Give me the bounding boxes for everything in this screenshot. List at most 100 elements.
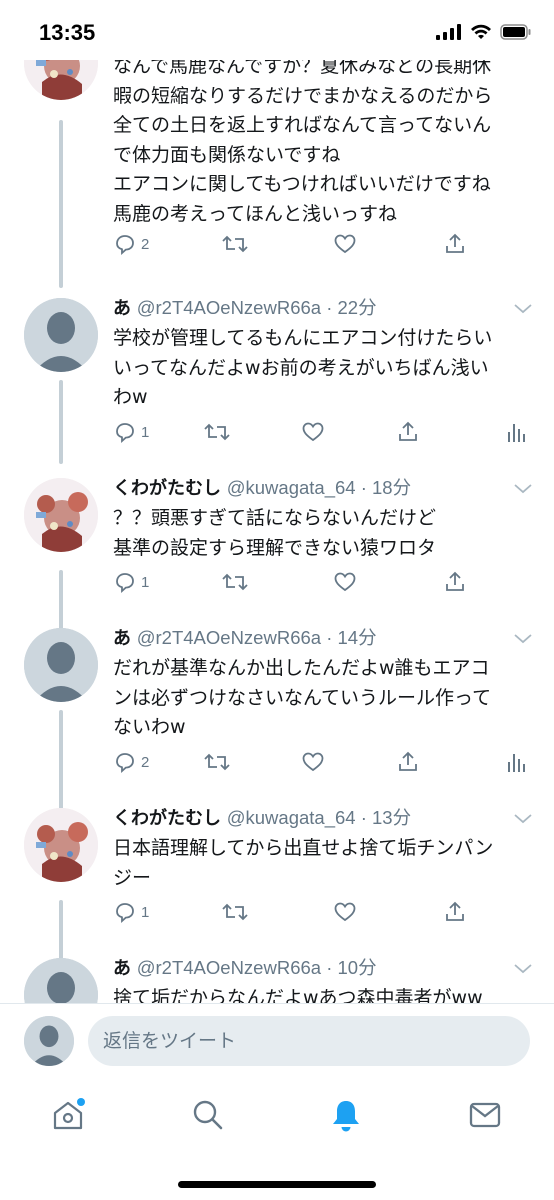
handle-timestamp: @kuwagata_64 · 13分 bbox=[226, 807, 412, 828]
handle-timestamp: @r2T4AOeNzewR66a · 14分 bbox=[136, 627, 377, 648]
tweet-actions: 1 bbox=[0, 420, 554, 452]
retweet-button[interactable] bbox=[221, 570, 249, 594]
mail-icon bbox=[469, 1102, 501, 1128]
avatar[interactable] bbox=[24, 60, 98, 100]
character-avatar-icon bbox=[24, 808, 98, 882]
share-icon bbox=[399, 421, 417, 441]
tweet-header: あ @r2T4AOeNzewR66a · 14分 bbox=[113, 626, 377, 651]
status-time: 13:35 bbox=[39, 20, 96, 45]
like-button[interactable] bbox=[301, 750, 325, 774]
reply-icon bbox=[116, 235, 134, 256]
avatar[interactable] bbox=[24, 958, 98, 1004]
handle-timestamp: @r2T4AOeNzewR66a · 10分 bbox=[136, 957, 377, 978]
share-icon bbox=[446, 233, 464, 253]
share-icon bbox=[446, 571, 464, 591]
retweet-button[interactable] bbox=[203, 420, 231, 444]
display-name[interactable]: あ bbox=[113, 628, 131, 649]
like-button[interactable] bbox=[333, 570, 357, 594]
chevron-down-icon[interactable] bbox=[512, 302, 534, 316]
character-avatar-icon bbox=[24, 478, 98, 552]
share-icon bbox=[399, 751, 417, 771]
tab-home[interactable] bbox=[48, 1095, 88, 1135]
analytics-icon bbox=[508, 424, 525, 442]
reply-icon bbox=[116, 573, 134, 594]
tab-messages[interactable] bbox=[465, 1095, 505, 1135]
reply-button[interactable]: 1 bbox=[113, 420, 149, 444]
conversation-feed[interactable]: なんで馬鹿なんですか？夏休みなどの長期休 暇の短縮なりするだけでまかなえるのだか… bbox=[0, 60, 554, 1004]
tweet-text: ？？頭悪すぎて話にならないんだけど 基準の設定すら理解できない猿ワロタ bbox=[113, 507, 437, 559]
analytics-button[interactable] bbox=[506, 750, 526, 774]
tab-notifications[interactable] bbox=[326, 1095, 366, 1135]
wifi-icon bbox=[471, 24, 491, 39]
reply-button[interactable]: 1 bbox=[113, 570, 149, 594]
avatar[interactable] bbox=[24, 298, 98, 372]
avatar[interactable] bbox=[24, 808, 98, 882]
reply-composer: 返信をツイート bbox=[0, 1003, 554, 1078]
default-avatar-icon bbox=[24, 1016, 74, 1066]
share-icon bbox=[446, 901, 464, 921]
like-button[interactable] bbox=[333, 232, 357, 256]
avatar[interactable] bbox=[24, 628, 98, 702]
reply-count: 1 bbox=[141, 423, 150, 441]
chevron-down-icon[interactable] bbox=[512, 482, 534, 496]
home-indicator[interactable] bbox=[178, 1181, 376, 1188]
default-avatar-icon bbox=[24, 958, 98, 1004]
reply-count: 2 bbox=[141, 235, 150, 253]
tweet-text: だれが基準なんか出したんだよw誰もエアコ ンは必ずつけなさいなんていうルール作っ… bbox=[113, 657, 492, 738]
display-name[interactable]: くわがたむし bbox=[113, 808, 221, 829]
share-button[interactable] bbox=[443, 232, 467, 256]
tweet-text: 学校が管理してるもんにエアコン付けたらい いってなんだよwお前の考えがいちばん浅… bbox=[113, 327, 493, 408]
retweet-icon bbox=[222, 573, 248, 591]
battery-icon bbox=[500, 24, 531, 40]
signal-icon bbox=[436, 24, 461, 40]
reply-input[interactable]: 返信をツイート bbox=[88, 1016, 530, 1066]
retweet-button[interactable] bbox=[221, 900, 249, 924]
analytics-icon bbox=[508, 754, 525, 772]
my-avatar[interactable] bbox=[24, 1016, 74, 1066]
character-avatar-icon bbox=[24, 60, 98, 100]
retweet-icon bbox=[222, 903, 248, 921]
analytics-button[interactable] bbox=[506, 420, 526, 444]
default-avatar-icon bbox=[24, 628, 98, 702]
like-icon bbox=[302, 422, 324, 442]
share-button[interactable] bbox=[443, 570, 467, 594]
chevron-down-icon[interactable] bbox=[512, 632, 534, 646]
default-avatar-icon bbox=[24, 298, 98, 372]
reply-count: 1 bbox=[141, 573, 150, 591]
search-icon bbox=[193, 1100, 223, 1130]
reply-button[interactable]: 2 bbox=[113, 232, 149, 256]
display-name[interactable]: あ bbox=[113, 298, 131, 319]
handle-timestamp: @kuwagata_64 · 18分 bbox=[226, 477, 412, 498]
reply-button[interactable]: 1 bbox=[113, 900, 149, 924]
share-button[interactable] bbox=[443, 900, 467, 924]
tweet-actions: 2 bbox=[0, 750, 554, 782]
bell-icon bbox=[333, 1101, 359, 1132]
like-icon bbox=[334, 234, 356, 254]
tweet-header: あ @r2T4AOeNzewR66a · 10分 bbox=[113, 956, 377, 981]
share-button[interactable] bbox=[396, 420, 420, 444]
retweet-button[interactable] bbox=[221, 232, 249, 256]
display-name[interactable]: くわがたむし bbox=[113, 478, 221, 499]
tab-search[interactable] bbox=[188, 1095, 228, 1135]
tweet-text: 捨て垢だからなんだよwあつ森中毒者がww bbox=[113, 987, 483, 1004]
home-icon bbox=[53, 1098, 85, 1130]
share-button[interactable] bbox=[396, 750, 420, 774]
chevron-down-icon[interactable] bbox=[512, 812, 534, 826]
like-button[interactable] bbox=[301, 420, 325, 444]
status-bar: 13:35 bbox=[0, 0, 554, 66]
chevron-down-icon[interactable] bbox=[512, 962, 534, 976]
like-button[interactable] bbox=[333, 900, 357, 924]
like-icon bbox=[302, 752, 324, 772]
reply-count: 1 bbox=[141, 903, 150, 921]
tweet-actions: 2 bbox=[0, 232, 554, 264]
display-name[interactable]: あ bbox=[113, 958, 131, 979]
tweet-text: 日本語理解してから出直せよ捨て垢チンパン ジー bbox=[113, 837, 494, 889]
retweet-button[interactable] bbox=[203, 750, 231, 774]
reply-button[interactable]: 2 bbox=[113, 750, 149, 774]
tweet-actions: 1 bbox=[0, 570, 554, 602]
handle-timestamp: @r2T4AOeNzewR66a · 22分 bbox=[136, 297, 377, 318]
reply-icon bbox=[116, 423, 134, 444]
avatar[interactable] bbox=[24, 478, 98, 552]
tweet-actions: 1 bbox=[0, 900, 554, 932]
reply-count: 2 bbox=[141, 753, 150, 771]
